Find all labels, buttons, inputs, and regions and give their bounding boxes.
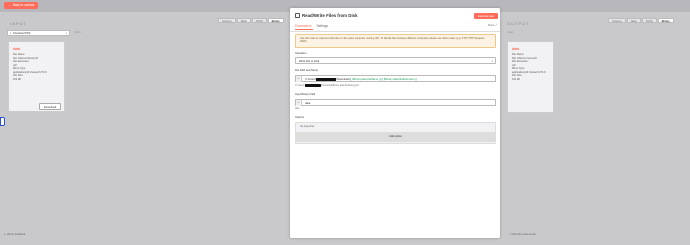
back-to-canvas-button[interactable]: ← Back to canvas bbox=[4, 2, 39, 9]
operation-value: Write File to Disk bbox=[299, 60, 320, 63]
file-path-input[interactable]: fx C:\Users\ \Download\{{ $binary.data.fi… bbox=[295, 75, 496, 83]
execute-step-button[interactable]: Execute step bbox=[473, 13, 498, 19]
tab-parameters[interactable]: Parameters bbox=[295, 24, 311, 28]
redacted-username bbox=[304, 84, 321, 87]
binary-field-preview: data bbox=[295, 108, 300, 110]
preview-prefix: C:\Users\ bbox=[295, 84, 305, 87]
output-tab-json[interactable]: JSON bbox=[641, 18, 657, 23]
feedback-left[interactable]: ● Wrote feedback bbox=[4, 233, 25, 236]
input-item-count: 1 item bbox=[74, 31, 81, 34]
download-button[interactable]: Download bbox=[39, 103, 61, 110]
arrow-left-icon: ← bbox=[8, 3, 12, 7]
add-option-button[interactable]: Add option bbox=[295, 132, 496, 142]
options-label: Options bbox=[295, 116, 304, 119]
no-properties-text: No properties bbox=[300, 125, 315, 128]
input-tab-schema[interactable]: Schema bbox=[218, 18, 236, 23]
feedback-right[interactable]: ◔ I wish this node would... bbox=[507, 233, 538, 236]
chevron-down-icon: ▾ bbox=[65, 32, 67, 35]
binary-field-label: Input Binary Field bbox=[295, 93, 316, 96]
output-binary-card: data File Name: File: Macron boost.pdf F… bbox=[507, 41, 554, 113]
output-tab-table[interactable]: Table bbox=[626, 18, 641, 23]
binary-field-input[interactable]: fx data bbox=[295, 99, 496, 107]
user-icon: ● bbox=[4, 233, 6, 236]
expression-icon: fx bbox=[296, 100, 302, 107]
output-tab-binary[interactable]: Binary bbox=[657, 18, 674, 23]
binary-field-value: data bbox=[305, 102, 311, 105]
file-path-prefix: C:\Users\ bbox=[305, 78, 317, 81]
output-tab-schema[interactable]: Schema bbox=[608, 18, 626, 23]
thumbs-icon: ◔ bbox=[507, 233, 509, 236]
file-path-preview: C:\Users\ \Download\[Binary data:fileName… bbox=[295, 84, 359, 87]
output-tabs: Schema Table JSON Binary bbox=[608, 18, 674, 23]
input-panel-label: INPUT bbox=[10, 21, 27, 26]
file-path-mid: \Download\ bbox=[336, 78, 350, 81]
node-settings-modal: Read/Write Files from Disk Execute step … bbox=[290, 8, 500, 238]
docs-link[interactable]: Docs ↗ bbox=[488, 24, 497, 27]
panel-drag-handle[interactable] bbox=[0, 117, 5, 126]
node-icon: ⇩ bbox=[9, 32, 12, 35]
input-node-select[interactable]: ⇩ Download PDF ▾ bbox=[7, 30, 70, 36]
feedback-left-label: Wrote feedback bbox=[7, 233, 26, 236]
modal-title: Read/Write Files from Disk bbox=[295, 13, 358, 18]
feedback-right-label: I wish this node would... bbox=[510, 233, 538, 236]
input-tab-json[interactable]: JSON bbox=[251, 18, 267, 23]
output-item-count: 1 item bbox=[507, 31, 514, 34]
output-panel-label: OUTPUT bbox=[507, 21, 530, 26]
expression-icon: fx bbox=[296, 76, 302, 83]
input-row: 163 kB bbox=[13, 77, 21, 81]
preview-suffix: \Download\[Binary data:fileName].pdf bbox=[320, 84, 359, 87]
output-row: 163 kB bbox=[512, 77, 520, 81]
operation-label: Operation bbox=[295, 52, 307, 55]
input-node-select-value: Download PDF bbox=[13, 32, 31, 35]
chevron-down-icon: ▾ bbox=[491, 60, 493, 63]
tab-settings[interactable]: Settings bbox=[316, 24, 328, 28]
input-binary-card: data File Name: File: Macron Boost.pdf F… bbox=[8, 41, 65, 112]
notice-box: Use this node to read and write files on… bbox=[295, 34, 496, 48]
input-tab-table[interactable]: Table bbox=[236, 18, 251, 23]
input-tabs: Schema Table JSON Binary bbox=[218, 18, 284, 23]
redacted-username bbox=[316, 77, 337, 81]
file-node-icon bbox=[295, 13, 300, 18]
external-link-icon: ↗ bbox=[494, 24, 497, 27]
file-path-expression: {{ $binary.data.fileName }}.{{ $binary.d… bbox=[349, 78, 418, 81]
file-path-label: File Path and Name bbox=[295, 69, 318, 72]
modal-title-text: Read/Write Files from Disk bbox=[302, 13, 358, 18]
output-binary-title: data bbox=[512, 47, 519, 51]
input-binary-title: data bbox=[13, 47, 20, 51]
back-to-canvas-label: Back to canvas bbox=[12, 3, 35, 7]
active-tab-underline bbox=[295, 29, 313, 30]
modal-tabs: Parameters Settings bbox=[295, 24, 328, 28]
input-tab-binary[interactable]: Binary bbox=[267, 18, 284, 23]
docs-label: Docs bbox=[488, 24, 495, 27]
operation-select[interactable]: Write File to Disk ▾ bbox=[295, 57, 496, 64]
